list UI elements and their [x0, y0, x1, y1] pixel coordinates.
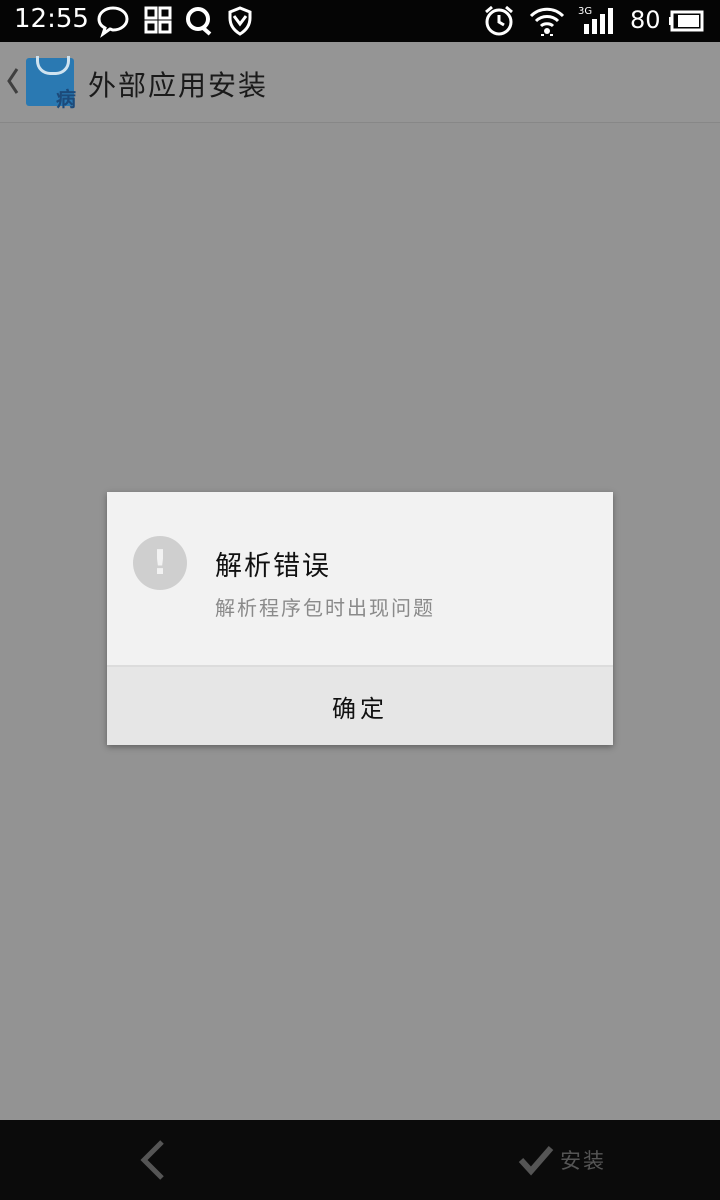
battery-percent: 80 [630, 6, 661, 34]
app-icon-glyph: 病 [56, 87, 76, 111]
parse-error-dialog: ! 解析错误 解析程序包时出现问题 确定 [107, 492, 613, 745]
ok-button[interactable]: 确定 [107, 667, 613, 745]
alert-icon: ! [133, 536, 187, 590]
status-bar: 12:55 3G 80 [0, 0, 720, 42]
dialog-message: 解析程序包时出现问题 [215, 596, 435, 620]
qq-icon [186, 7, 212, 36]
back-button[interactable] [130, 1134, 180, 1186]
signal-icon [584, 8, 613, 34]
battery-icon [669, 10, 704, 32]
wifi-icon [529, 7, 565, 36]
back-chevron-icon[interactable] [6, 66, 20, 96]
bag-handle-icon [36, 56, 70, 75]
grid-icon [144, 6, 172, 34]
install-button[interactable]: 安装 [516, 1138, 606, 1182]
chevron-left-icon [140, 1140, 164, 1180]
app-store-icon[interactable]: 病 [26, 56, 76, 111]
page-title: 外部应用安装 [88, 69, 269, 102]
status-time: 12:55 [14, 4, 89, 34]
checkmark-icon [518, 1146, 554, 1176]
title-bar: 病 外部应用安装 [0, 42, 720, 123]
bottom-bar: 安装 [0, 1120, 720, 1200]
alarm-icon [485, 5, 513, 36]
shield-icon [228, 6, 252, 36]
chat-bubble-icon [97, 6, 129, 38]
install-label: 安装 [560, 1149, 606, 1173]
dialog-title: 解析错误 [215, 551, 331, 582]
